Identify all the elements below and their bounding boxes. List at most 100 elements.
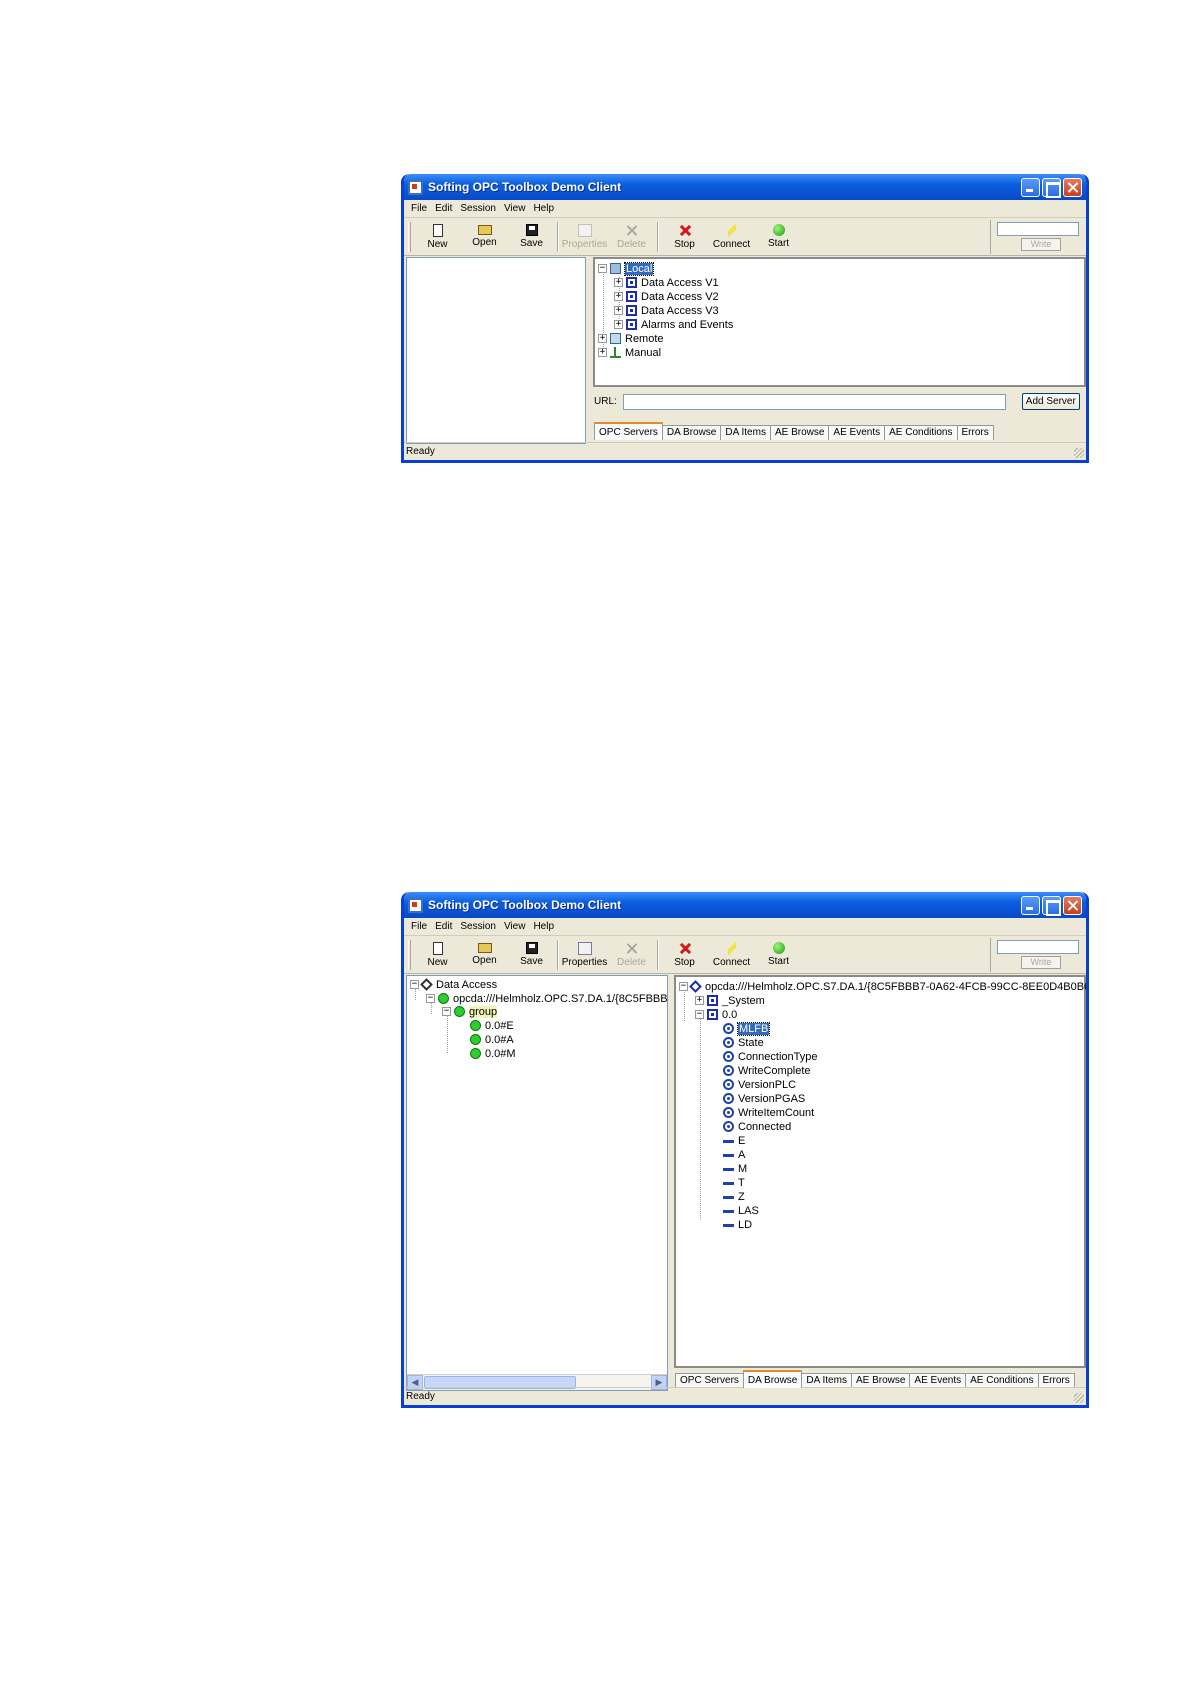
open-button[interactable]: Open — [461, 938, 508, 972]
title-bar[interactable]: Softing OPC Toolbox Demo Client — [404, 174, 1086, 200]
collapse-icon[interactable]: − — [598, 264, 607, 273]
write-button[interactable]: Write — [1021, 238, 1061, 251]
tree-node-item[interactable]: A — [723, 1148, 745, 1161]
url-input[interactable] — [622, 393, 1006, 410]
expand-icon[interactable]: + — [614, 320, 623, 329]
connect-button[interactable]: Connect — [708, 220, 755, 254]
tree-node-remote[interactable]: + Remote — [598, 332, 664, 345]
tab-opc-servers[interactable]: OPC Servers — [594, 422, 663, 440]
tree-node-property[interactable]: WriteItemCount — [723, 1106, 814, 1119]
tab-ae-conditions[interactable]: AE Conditions — [884, 425, 958, 440]
tree-node-item[interactable]: 0.0#A — [470, 1033, 514, 1046]
menu-session[interactable]: Session — [456, 203, 500, 214]
tree-node-0-0[interactable]: −0.0 — [695, 1008, 737, 1021]
title-bar[interactable]: Softing OPC Toolbox Demo Client — [404, 892, 1086, 918]
tree-node-da-v1[interactable]: + Data Access V1 — [614, 276, 719, 289]
tree-node-manual[interactable]: + Manual — [598, 346, 661, 359]
tree-node-alarms-events[interactable]: + Alarms and Events — [614, 318, 733, 331]
tree-node-property[interactable]: MLFB — [723, 1021, 771, 1036]
properties-button[interactable]: Properties — [561, 938, 608, 972]
tree-node-item[interactable]: Z — [723, 1190, 745, 1203]
open-button[interactable]: Open — [461, 220, 508, 254]
new-button[interactable]: New — [414, 220, 461, 254]
tree-node-property[interactable]: State — [723, 1036, 764, 1049]
toolbar-grip[interactable] — [408, 939, 411, 970]
resize-grip-icon[interactable] — [1074, 1393, 1084, 1403]
connect-button[interactable]: Connect — [708, 938, 755, 972]
tab-opc-servers[interactable]: OPC Servers — [675, 1373, 744, 1388]
tree-node-item[interactable]: M — [723, 1162, 747, 1175]
tab-errors[interactable]: Errors — [956, 425, 994, 440]
tab-ae-events[interactable]: AE Events — [909, 1373, 967, 1388]
menu-file[interactable]: File — [407, 921, 431, 932]
stop-button[interactable]: Stop — [661, 938, 708, 972]
tree-node-data-access[interactable]: − Data Access — [410, 978, 497, 991]
expand-icon[interactable]: + — [598, 348, 607, 357]
tree-node-property[interactable]: VersionPLC — [723, 1078, 796, 1091]
maximize-icon[interactable] — [1042, 895, 1061, 916]
menu-file[interactable]: File — [407, 203, 431, 214]
delete-button[interactable]: Delete — [608, 938, 655, 972]
close-icon[interactable] — [1063, 177, 1082, 197]
tab-da-browse[interactable]: DA Browse — [661, 425, 722, 440]
tree-node-item[interactable]: 0.0#E — [470, 1019, 514, 1032]
new-button[interactable]: New — [414, 938, 461, 972]
menu-edit[interactable]: Edit — [431, 921, 456, 932]
tree-node-item[interactable]: LD — [723, 1218, 752, 1231]
write-value-input[interactable] — [997, 222, 1079, 236]
tree-node-item[interactable]: T — [723, 1176, 745, 1189]
tab-da-items[interactable]: DA Items — [720, 425, 771, 440]
tab-ae-conditions[interactable]: AE Conditions — [965, 1373, 1039, 1388]
resize-grip-icon[interactable] — [1074, 448, 1084, 458]
close-icon[interactable] — [1063, 895, 1082, 915]
delete-button[interactable]: Delete — [608, 220, 655, 254]
tree-node-da-v3[interactable]: + Data Access V3 — [614, 304, 719, 317]
collapse-icon[interactable]: − — [679, 982, 688, 991]
properties-button[interactable]: Properties — [561, 220, 608, 254]
write-value-input[interactable] — [997, 940, 1079, 954]
splitter[interactable] — [668, 975, 673, 1391]
collapse-icon[interactable]: − — [695, 1010, 704, 1019]
maximize-icon[interactable] — [1042, 177, 1061, 198]
expand-icon[interactable]: + — [695, 996, 704, 1005]
minimize-icon[interactable] — [1021, 177, 1040, 197]
add-server-button[interactable]: Add Server — [1021, 393, 1080, 410]
left-pane[interactable] — [406, 257, 586, 444]
toolbar-grip[interactable] — [408, 221, 411, 252]
expand-icon[interactable]: + — [598, 334, 607, 343]
tab-ae-browse[interactable]: AE Browse — [850, 1373, 911, 1388]
tree-node-item[interactable]: 0.0#M — [470, 1047, 516, 1060]
tree-node-item[interactable]: E — [723, 1134, 745, 1147]
da-session-tree-pane[interactable]: − Data Access − opcda:///Helmholz.OPC.S7.D… — [406, 975, 668, 1391]
menu-session[interactable]: Session — [456, 921, 500, 932]
write-button[interactable]: Write — [1021, 956, 1061, 969]
menu-edit[interactable]: Edit — [431, 203, 456, 214]
tab-da-browse[interactable]: DA Browse — [742, 1370, 803, 1388]
tree-node-group[interactable]: − group — [442, 1005, 498, 1018]
menu-help[interactable]: Help — [529, 921, 558, 932]
tab-ae-events[interactable]: AE Events — [828, 425, 886, 440]
tree-node-system[interactable]: + _System — [695, 994, 765, 1007]
menu-view[interactable]: View — [500, 921, 530, 932]
collapse-icon[interactable]: − — [426, 994, 435, 1003]
collapse-icon[interactable]: − — [442, 1007, 451, 1016]
save-button[interactable]: Save — [508, 220, 555, 254]
minimize-icon[interactable] — [1021, 895, 1040, 915]
server-tree-pane[interactable]: − Local + Data Access V1 + Data Access V2 +… — [593, 257, 1086, 387]
start-button[interactable]: Start — [755, 220, 802, 254]
save-button[interactable]: Save — [508, 938, 555, 972]
tree-node-da-v2[interactable]: + Data Access V2 — [614, 290, 719, 303]
expand-icon[interactable]: + — [614, 278, 623, 287]
tree-node-property[interactable]: Connected — [723, 1120, 791, 1133]
tab-ae-browse[interactable]: AE Browse — [769, 425, 830, 440]
tree-node-item[interactable]: LAS — [723, 1204, 759, 1217]
tree-node-server-root[interactable]: − opcda:///Helmholz.OPC.S7.DA.1/{8C5FBBB7… — [679, 980, 1086, 993]
da-browse-tree-pane[interactable]: − opcda:///Helmholz.OPC.S7.DA.1/{8C5FBBB7… — [674, 975, 1086, 1368]
menu-help[interactable]: Help — [529, 203, 558, 214]
expand-icon[interactable]: + — [614, 306, 623, 315]
expand-icon[interactable]: + — [614, 292, 623, 301]
tree-node-server[interactable]: −opcda:///Helmholz.OPC.S7.DA.1/{8C5FBBB7… — [426, 992, 667, 1005]
stop-button[interactable]: Stop — [661, 220, 708, 254]
tree-node-property[interactable]: WriteComplete — [723, 1064, 811, 1077]
tab-errors[interactable]: Errors — [1037, 1373, 1075, 1388]
